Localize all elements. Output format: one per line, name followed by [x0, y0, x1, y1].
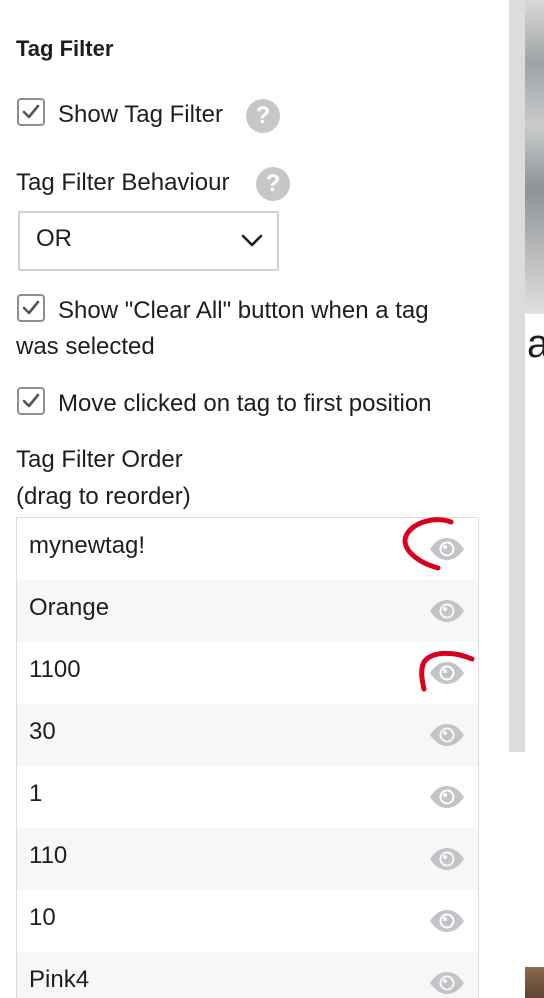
tag-row[interactable]: 110	[17, 828, 478, 890]
tag-name: 30	[29, 718, 56, 745]
chevron-down-icon	[241, 234, 263, 247]
checkmark-icon	[22, 393, 40, 408]
question-mark-icon[interactable]: ?	[246, 99, 280, 133]
tag-name: 10	[29, 904, 56, 931]
show-tag-filter-checkbox[interactable]	[17, 98, 45, 126]
checkmark-icon	[22, 104, 40, 119]
tag-row[interactable]: 1100	[17, 642, 478, 704]
eye-icon[interactable]	[429, 847, 465, 871]
checkmark-icon	[22, 300, 40, 315]
tag-filter-settings-panel: Tag Filter Show Tag Filter ? Tag Filter …	[0, 0, 500, 998]
show-clear-all-label-cont[interactable]: was selected	[16, 329, 155, 365]
eye-icon[interactable]	[429, 537, 465, 561]
content-preview-column: a	[525, 0, 544, 998]
tag-row[interactable]: 30	[17, 704, 478, 766]
show-tag-filter-label[interactable]: Show Tag Filter	[58, 97, 223, 133]
tag-filter-order-hint: (drag to reorder)	[16, 483, 191, 510]
tag-order-list: mynewtag! Orange 1100 30 1 110 10 Pink4	[16, 517, 479, 998]
eye-icon[interactable]	[429, 661, 465, 685]
tag-name: 110	[29, 842, 68, 869]
preview-image	[525, 0, 544, 314]
eye-icon[interactable]	[429, 599, 465, 623]
tag-row[interactable]: 10	[17, 890, 478, 952]
tag-filter-order-label: Tag Filter Order	[16, 446, 183, 473]
tag-name: 1	[29, 780, 43, 807]
eye-icon[interactable]	[429, 909, 465, 933]
tag-row[interactable]: 1	[17, 766, 478, 828]
tag-name: mynewtag!	[29, 532, 146, 559]
tag-filter-behaviour-select[interactable]: OR	[18, 211, 279, 271]
tag-row[interactable]: Orange	[17, 580, 478, 642]
tag-name: Pink4	[29, 966, 90, 993]
eye-icon[interactable]	[429, 723, 465, 747]
eye-icon[interactable]	[429, 785, 465, 809]
show-clear-all-label[interactable]: Show "Clear All" button when a tag	[58, 293, 429, 329]
move-clicked-label[interactable]: Move clicked on tag to first position	[58, 386, 432, 422]
tag-name: Orange	[29, 594, 110, 621]
eye-icon[interactable]	[429, 971, 465, 995]
tag-name: 1100	[29, 656, 81, 683]
question-mark-icon[interactable]: ?	[256, 167, 290, 201]
tag-row[interactable]: Pink4	[17, 952, 478, 998]
tag-filter-behaviour-label: Tag Filter Behaviour	[16, 169, 230, 196]
show-clear-all-checkbox[interactable]	[17, 294, 45, 322]
tag-row[interactable]: mynewtag!	[17, 518, 478, 580]
preview-text: a	[527, 322, 544, 366]
preview-image	[525, 967, 544, 998]
panel-scrollbar[interactable]	[509, 0, 525, 752]
select-value: OR	[36, 225, 72, 252]
move-clicked-checkbox[interactable]	[17, 387, 45, 415]
section-title: Tag Filter	[16, 36, 114, 61]
